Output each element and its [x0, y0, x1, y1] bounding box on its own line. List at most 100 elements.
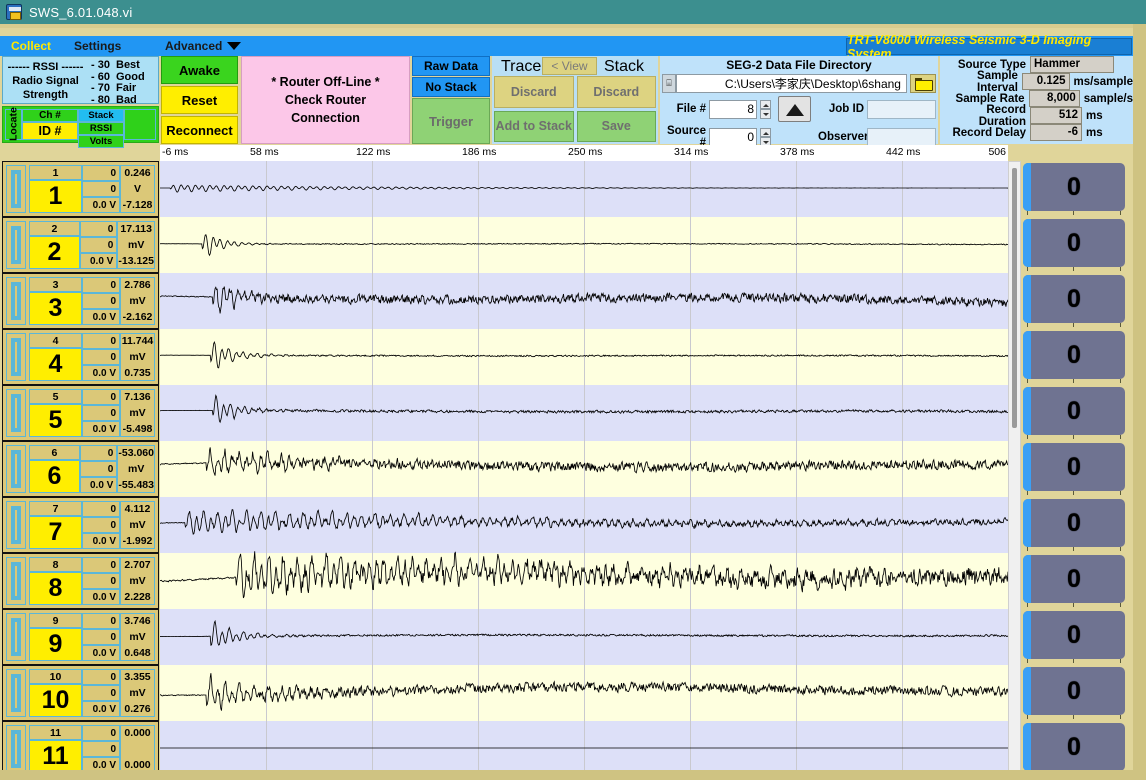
locate-button[interactable]	[6, 165, 26, 213]
channel-id[interactable]: 4	[29, 348, 82, 381]
channel-row[interactable]: 11000.0 V0.246V-7.128	[2, 161, 159, 217]
channel-row[interactable]: 66000.0 V-53.060mV-55.483	[2, 441, 159, 497]
channel-amplitude-unit: mV	[129, 631, 145, 643]
channel-scrollbar[interactable]	[1008, 161, 1021, 780]
param-sample-rate-value[interactable]: 8,000	[1029, 90, 1080, 107]
seg2-path-field[interactable]: C:\Users\李家庆\Desktop\6shang	[676, 74, 907, 93]
param-sample-interval-value[interactable]: 0.125	[1022, 73, 1070, 90]
channel-amplitude-min: -5.498	[123, 423, 153, 435]
channel-gain-slider[interactable]: 0	[1023, 667, 1125, 715]
channel-amplitude-max: 3.355	[124, 671, 150, 683]
observer-input[interactable]	[867, 128, 936, 147]
job-id-input[interactable]	[867, 100, 936, 119]
channel-row[interactable]: 1111000.0 V0.0000.000	[2, 721, 159, 777]
channel-id[interactable]: 1	[29, 180, 82, 213]
channel-gain-slider[interactable]: 0	[1023, 163, 1125, 211]
channel-id[interactable]: 3	[29, 292, 82, 325]
rssi-legend-levels: - 30Best - 60Good - 70Fair - 80Bad	[88, 57, 158, 103]
channel-row[interactable]: 1010000.0 V3.355mV0.276	[2, 665, 159, 721]
locate-button[interactable]	[6, 557, 26, 605]
locate-button[interactable]	[6, 333, 26, 381]
locate-button[interactable]	[6, 445, 26, 493]
awake-button[interactable]: Awake	[161, 56, 238, 84]
channel-volts-value: 0.0 V	[82, 701, 120, 717]
file-number-input[interactable]: 8	[709, 100, 757, 119]
channel-row[interactable]: 88000.0 V2.707mV2.228	[2, 553, 159, 609]
time-axis-tick: 122 ms	[356, 146, 390, 158]
param-record-delay-value[interactable]: -6	[1030, 124, 1082, 141]
locate-button[interactable]	[6, 725, 26, 773]
path-browse-icon[interactable]: ⌸	[662, 74, 676, 93]
reconnect-button[interactable]: Reconnect	[161, 116, 238, 144]
locate-button[interactable]	[6, 389, 26, 437]
channel-id[interactable]: 8	[29, 572, 82, 605]
channel-row[interactable]: 55000.0 V7.136mV-5.498	[2, 385, 159, 441]
channel-gain-slider[interactable]: 0	[1023, 611, 1125, 659]
trigger-button[interactable]: Trigger	[412, 98, 490, 144]
param-source-type-value[interactable]: Hammer	[1030, 56, 1114, 73]
channel-id[interactable]: 5	[29, 404, 82, 437]
source-number-stepper[interactable]	[760, 128, 771, 147]
channel-row[interactable]: 99000.0 V3.746mV0.648	[2, 609, 159, 665]
param-record-duration-unit: ms	[1082, 110, 1103, 122]
add-to-stack-button[interactable]: Add to Stack	[494, 111, 574, 143]
router-notice-line3: Connection	[291, 109, 360, 127]
gain-slider-ticks	[1023, 603, 1125, 608]
channel-row[interactable]: 44000.0 V11.744mV0.735	[2, 329, 159, 385]
file-number-stepper[interactable]	[760, 100, 771, 119]
save-button[interactable]: Save	[577, 111, 657, 143]
channel-amplitude: 3.355mV0.276	[120, 669, 155, 717]
up-arrow-icon[interactable]	[778, 96, 811, 122]
channel-gain-slider[interactable]: 0	[1023, 723, 1125, 771]
header-locate[interactable]: Locate	[5, 109, 22, 140]
locate-button[interactable]	[6, 221, 26, 269]
channel-gain-slider[interactable]: 0	[1023, 331, 1125, 379]
channel-amplitude-min: 2.228	[124, 591, 150, 603]
channel-stack-count: 0	[82, 725, 120, 741]
no-stack-toggle[interactable]: No Stack	[412, 77, 490, 97]
gain-slider-ticks	[1023, 267, 1125, 272]
locate-button[interactable]	[6, 669, 26, 717]
menu-item-collect[interactable]: Collect	[11, 39, 51, 53]
menu-item-settings[interactable]: Settings	[74, 39, 121, 53]
radio-control-buttons: Awake Reset Reconnect	[161, 56, 238, 144]
view-button[interactable]: < View	[542, 57, 597, 75]
folder-open-icon[interactable]	[910, 74, 936, 93]
channel-gain-slider[interactable]: 0	[1023, 275, 1125, 323]
locate-button[interactable]	[6, 277, 26, 325]
channel-row[interactable]: 33000.0 V2.786mV-2.162	[2, 273, 159, 329]
channel-amplitude-max: 17.113	[120, 223, 152, 235]
channel-gain-slider[interactable]: 0	[1023, 555, 1125, 603]
channel-gain-slider[interactable]: 0	[1023, 443, 1125, 491]
rssi-legend-line3: Strength	[3, 88, 88, 102]
channel-row[interactable]: 77000.0 V4.112mV-1.992	[2, 497, 159, 553]
source-number-input[interactable]: 0	[709, 128, 757, 147]
channel-id[interactable]: 6	[29, 460, 81, 493]
locate-button[interactable]	[6, 613, 26, 661]
stack-label: Stack	[604, 58, 644, 76]
channel-scroll-thumb[interactable]	[1012, 168, 1017, 428]
channel-id[interactable]: 2	[29, 236, 81, 269]
channel-amplitude: 17.113mV-13.125	[117, 221, 155, 269]
reset-button[interactable]: Reset	[161, 86, 238, 114]
trace-waveform	[160, 673, 1008, 710]
stack-discard-button[interactable]: Discard	[577, 76, 657, 108]
param-record-duration-value[interactable]: 512	[1030, 107, 1082, 124]
raw-data-toggle[interactable]: Raw Data	[412, 56, 490, 76]
trace-discard-button[interactable]: Discard	[494, 76, 574, 108]
menu-item-advanced[interactable]: Advanced	[165, 39, 241, 53]
channel-gain-slider[interactable]: 0	[1023, 387, 1125, 435]
channel-gain-slider[interactable]: 0	[1023, 499, 1125, 547]
channel-id[interactable]: 11	[29, 740, 82, 773]
router-notice-line2: Check Router	[285, 91, 366, 109]
channel-id[interactable]: 9	[29, 628, 82, 661]
trace-waveform	[160, 342, 1008, 368]
channel-gain-slider[interactable]: 0	[1023, 219, 1125, 267]
seismic-trace-plot[interactable]	[160, 161, 1008, 780]
channel-id[interactable]: 10	[29, 684, 82, 717]
channel-row[interactable]: 22000.0 V17.113mV-13.125	[2, 217, 159, 273]
channel-amplitude: 4.112mV-1.992	[120, 501, 155, 549]
product-brand-banner: TRT-V8000 Wireless Seismic 3-D Imaging S…	[846, 38, 1132, 55]
locate-button[interactable]	[6, 501, 26, 549]
channel-id[interactable]: 7	[29, 516, 82, 549]
